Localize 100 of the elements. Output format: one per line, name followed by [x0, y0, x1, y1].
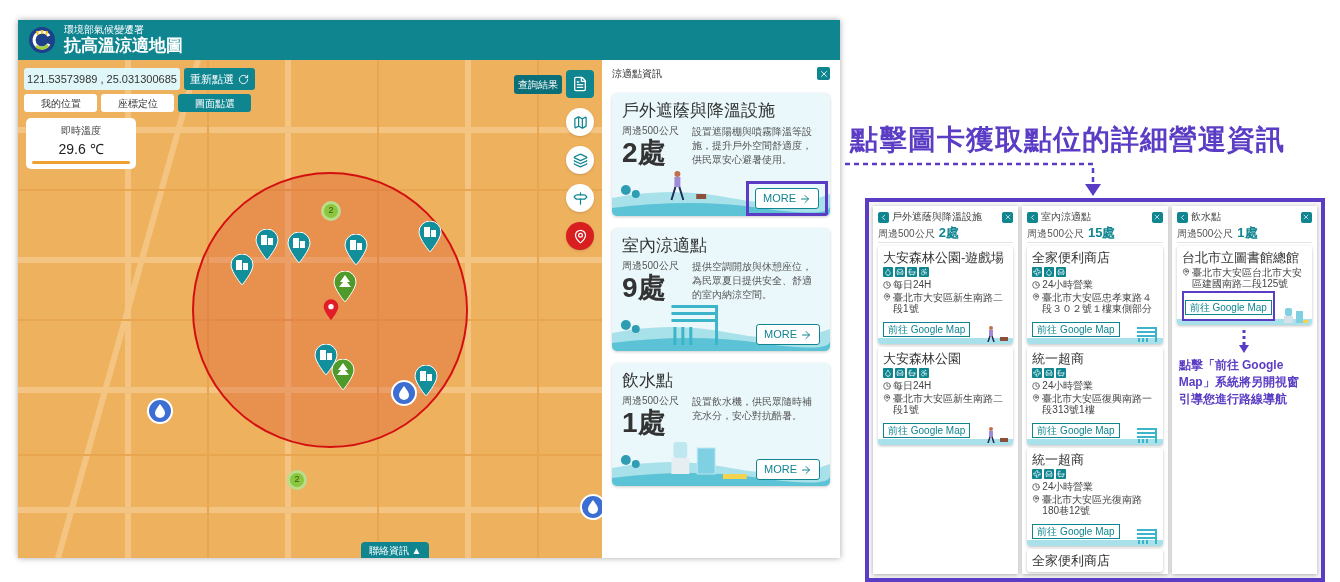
radius-label: 周邊500公尺: [878, 228, 935, 240]
place-card[interactable]: 全家便利商店 24小時營業 臺北市大安區忠孝東路４段３０２號１樓東側部分 前往 Google Map: [1027, 246, 1163, 344]
google-map-button[interactable]: 前往 Google Map: [1032, 423, 1120, 438]
opening-hours: 24小時營業: [1042, 380, 1094, 391]
fan-icon: [1032, 469, 1043, 479]
place-card[interactable]: 大安森林公園-遊戲場 每日24H 臺北市大安區新生南路二段1號 前往 Google Map: [878, 246, 1014, 344]
back-button[interactable]: [878, 211, 889, 223]
arrow-right-icon: [800, 328, 812, 341]
card-title: 飲水點: [622, 371, 674, 391]
count-text: 2處: [622, 138, 667, 168]
google-map-button[interactable]: 前往 Google Map: [1032, 322, 1120, 337]
dog-walker-drawing: [985, 326, 1010, 342]
close-button[interactable]: [1002, 211, 1014, 223]
card-title: 室內涼適點: [622, 236, 708, 256]
arrow-right-icon: [800, 463, 812, 476]
radius-label: 周邊500公尺: [622, 124, 680, 138]
building-pin-icon[interactable]: [230, 254, 254, 286]
place-name: 全家便利商店: [1032, 553, 1112, 568]
water-dispenser-drawing: [1284, 307, 1308, 323]
place-card[interactable]: 台北市立圖書館總館 臺北市大安區台北市大安區建國南路二段125號 前往 Google Map: [1176, 246, 1312, 325]
count-text: 1處: [1237, 226, 1258, 240]
radius-label: 周邊500公尺: [1176, 228, 1234, 240]
place-name: 統一超商: [1032, 452, 1086, 467]
close-icon: [1302, 213, 1311, 221]
place-card[interactable]: 統一超商 24小時營業 臺北市大安區復興南路一段313號1樓 前往 Google Map: [1027, 347, 1163, 445]
category-card[interactable]: 戶外遮蔭與降溫設施 周邊500公尺 2處 設置遮陽棚與噴霧降溫等設施，提升戶外空間舒適度，供民眾安心避暑使用。 MORE: [612, 93, 830, 216]
google-map-button[interactable]: 前往 Google Map: [1184, 300, 1272, 315]
close-icon: [1003, 213, 1012, 221]
results-button[interactable]: [566, 70, 594, 98]
category-card[interactable]: 室內涼適點 周邊500公尺 9處 提供空調開放與休憩座位，為民眾夏日提供安全、舒適的室內納涼空間。 MORE: [612, 228, 830, 351]
address-text: 臺北市大安區忠孝東路４段３０２號１樓東側部分: [1042, 292, 1154, 314]
screen-title: 室內涼適點: [1041, 211, 1093, 223]
radius-label: 周邊500公尺: [622, 394, 680, 408]
layers-icon: [572, 152, 588, 168]
close-button[interactable]: [817, 67, 830, 80]
place-card[interactable]: 全家便利商店: [1027, 549, 1163, 572]
address-text: 臺北市大安區光復南路180巷12號: [1042, 494, 1144, 516]
category-card[interactable]: 飲水點 周邊500公尺 1處 設置飲水機，供民眾隨時補充水分，安心對抗酷暑。 MORE: [612, 363, 830, 486]
document-icon: [572, 76, 588, 92]
place-card[interactable]: 大安森林公園 每日24H 臺北市大安區新生南路二段1號 前往 Google Map: [878, 347, 1014, 445]
card-description: 設置飲水機，供民眾隨時補充水分，安心對抗酷暑。: [692, 395, 813, 423]
address-text: 臺北市大安區新生南路二段1號: [893, 393, 1004, 415]
app-title: 抗高溫涼適地圖: [64, 36, 183, 56]
instruction-note: 點擊「前往 Google Map」系統將另開視窗引導您進行路線導航: [1177, 357, 1300, 408]
radius-label: 周邊500公尺: [622, 259, 680, 273]
building-pin-icon[interactable]: [414, 365, 438, 397]
more-button[interactable]: MORE: [756, 324, 820, 345]
google-map-button[interactable]: 前往 Google Map: [883, 423, 971, 438]
bathtub-icon: [1056, 469, 1067, 479]
google-map-button[interactable]: 前往 Google Map: [883, 322, 971, 337]
building-pin-icon[interactable]: [287, 232, 311, 264]
pin-icon: [1032, 495, 1041, 503]
mode-tab[interactable]: 我的位置: [24, 94, 97, 112]
arrow-right-icon: [799, 192, 811, 205]
droplet-icon: [1044, 267, 1055, 277]
droplet-icon: [883, 368, 893, 378]
tree-pin-icon[interactable]: [333, 271, 357, 303]
pin-icon: [572, 228, 588, 244]
pin-icon: [883, 394, 891, 402]
tree-pin-icon[interactable]: [331, 359, 355, 391]
logo-icon: [28, 26, 56, 54]
close-button[interactable]: [1151, 211, 1163, 223]
building-pin-icon[interactable]: [255, 229, 279, 261]
more-button[interactable]: MORE: [756, 459, 820, 480]
count-text: 1處: [622, 408, 667, 438]
signpost-icon: [572, 190, 588, 206]
mode-tab[interactable]: 座標定位: [101, 94, 174, 112]
armchair-icon: [1044, 368, 1055, 378]
close-button[interactable]: [1301, 211, 1312, 223]
mode-tab[interactable]: 圖面點選: [178, 94, 251, 112]
place-name: 統一超商: [1032, 351, 1086, 366]
close-icon: [1153, 213, 1162, 221]
more-button[interactable]: MORE: [755, 188, 819, 209]
annotation-headline: 點擊圖卡獲取點位的詳細營運資訊: [850, 123, 1286, 157]
water-drop-icon[interactable]: [580, 494, 602, 520]
card-title: 戶外遮蔭與降溫設施: [622, 101, 776, 121]
reselect-button[interactable]: 重新點選: [184, 68, 255, 90]
accessibility-icon: [919, 267, 929, 277]
opening-hours: 每日24H: [893, 279, 932, 290]
coordinates-field[interactable]: 121.53573989 , 25.031300685: [24, 68, 180, 90]
close-icon: [818, 68, 829, 79]
accessibility-icon: [919, 368, 929, 378]
pin-icon: [883, 293, 891, 301]
place-name: 台北市立圖書館總館: [1181, 250, 1300, 265]
google-map-button[interactable]: 前往 Google Map: [1032, 524, 1120, 539]
building-pin-icon[interactable]: [418, 221, 442, 253]
dog-walker-drawing: [985, 427, 1010, 443]
back-button[interactable]: [1176, 211, 1188, 223]
address-text: 臺北市大安區新生南路二段1號: [893, 292, 1004, 314]
contact-button[interactable]: 聯絡資訊 ▲: [360, 542, 430, 558]
back-button[interactable]: [1027, 211, 1039, 223]
clock-icon: [1032, 280, 1041, 289]
building-drawing: [1134, 326, 1159, 342]
chevron-left-icon: [879, 212, 888, 222]
bathtub-icon: [907, 368, 917, 378]
building-pin-icon[interactable]: [344, 234, 368, 266]
location-pin-icon: [323, 299, 339, 321]
clock-icon: [1032, 482, 1041, 491]
street-map-drawing[interactable]: [18, 60, 602, 558]
place-card[interactable]: 統一超商 24小時營業 臺北市大安區光復南路180巷12號 前往 Google Map: [1027, 448, 1163, 546]
